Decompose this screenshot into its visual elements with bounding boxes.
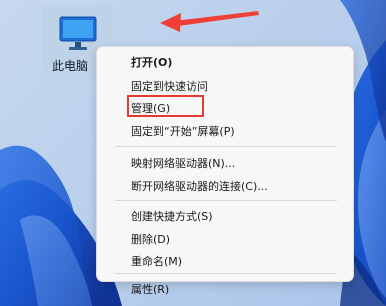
menu-divider-3 <box>115 273 337 274</box>
context-menu: 打开(O) 固定到快速访问 管理(G) 固定到“开始”屏幕(P) 映射网络驱动器… <box>96 46 354 296</box>
menu-divider-1 <box>115 146 337 147</box>
manage-highlight-box <box>127 95 204 117</box>
menu-divider-2 <box>115 200 337 201</box>
computer-monitor-icon <box>59 16 97 50</box>
menu-item-pin-quick-access[interactable]: 固定到快速访问 <box>131 80 208 94</box>
desktop-icon-label: 此电脑 <box>52 59 89 73</box>
menu-item-rename[interactable]: 重命名(M) <box>131 255 182 269</box>
menu-item-properties[interactable]: 属性(R) <box>131 283 169 297</box>
menu-item-pin-start[interactable]: 固定到“开始”屏幕(P) <box>131 125 235 139</box>
menu-item-delete[interactable]: 删除(D) <box>131 233 170 247</box>
desktop: 此电脑 打开(O) 固定到快速访问 管理(G) 固定到“开始”屏幕(P) 映射网… <box>0 0 386 306</box>
menu-item-open[interactable]: 打开(O) <box>131 56 172 70</box>
menu-item-disconnect-network-drive[interactable]: 断开网络驱动器的连接(C)... <box>131 180 268 194</box>
menu-item-create-shortcut[interactable]: 创建快捷方式(S) <box>131 210 213 224</box>
menu-item-map-network-drive[interactable]: 映射网络驱动器(N)... <box>131 157 235 171</box>
